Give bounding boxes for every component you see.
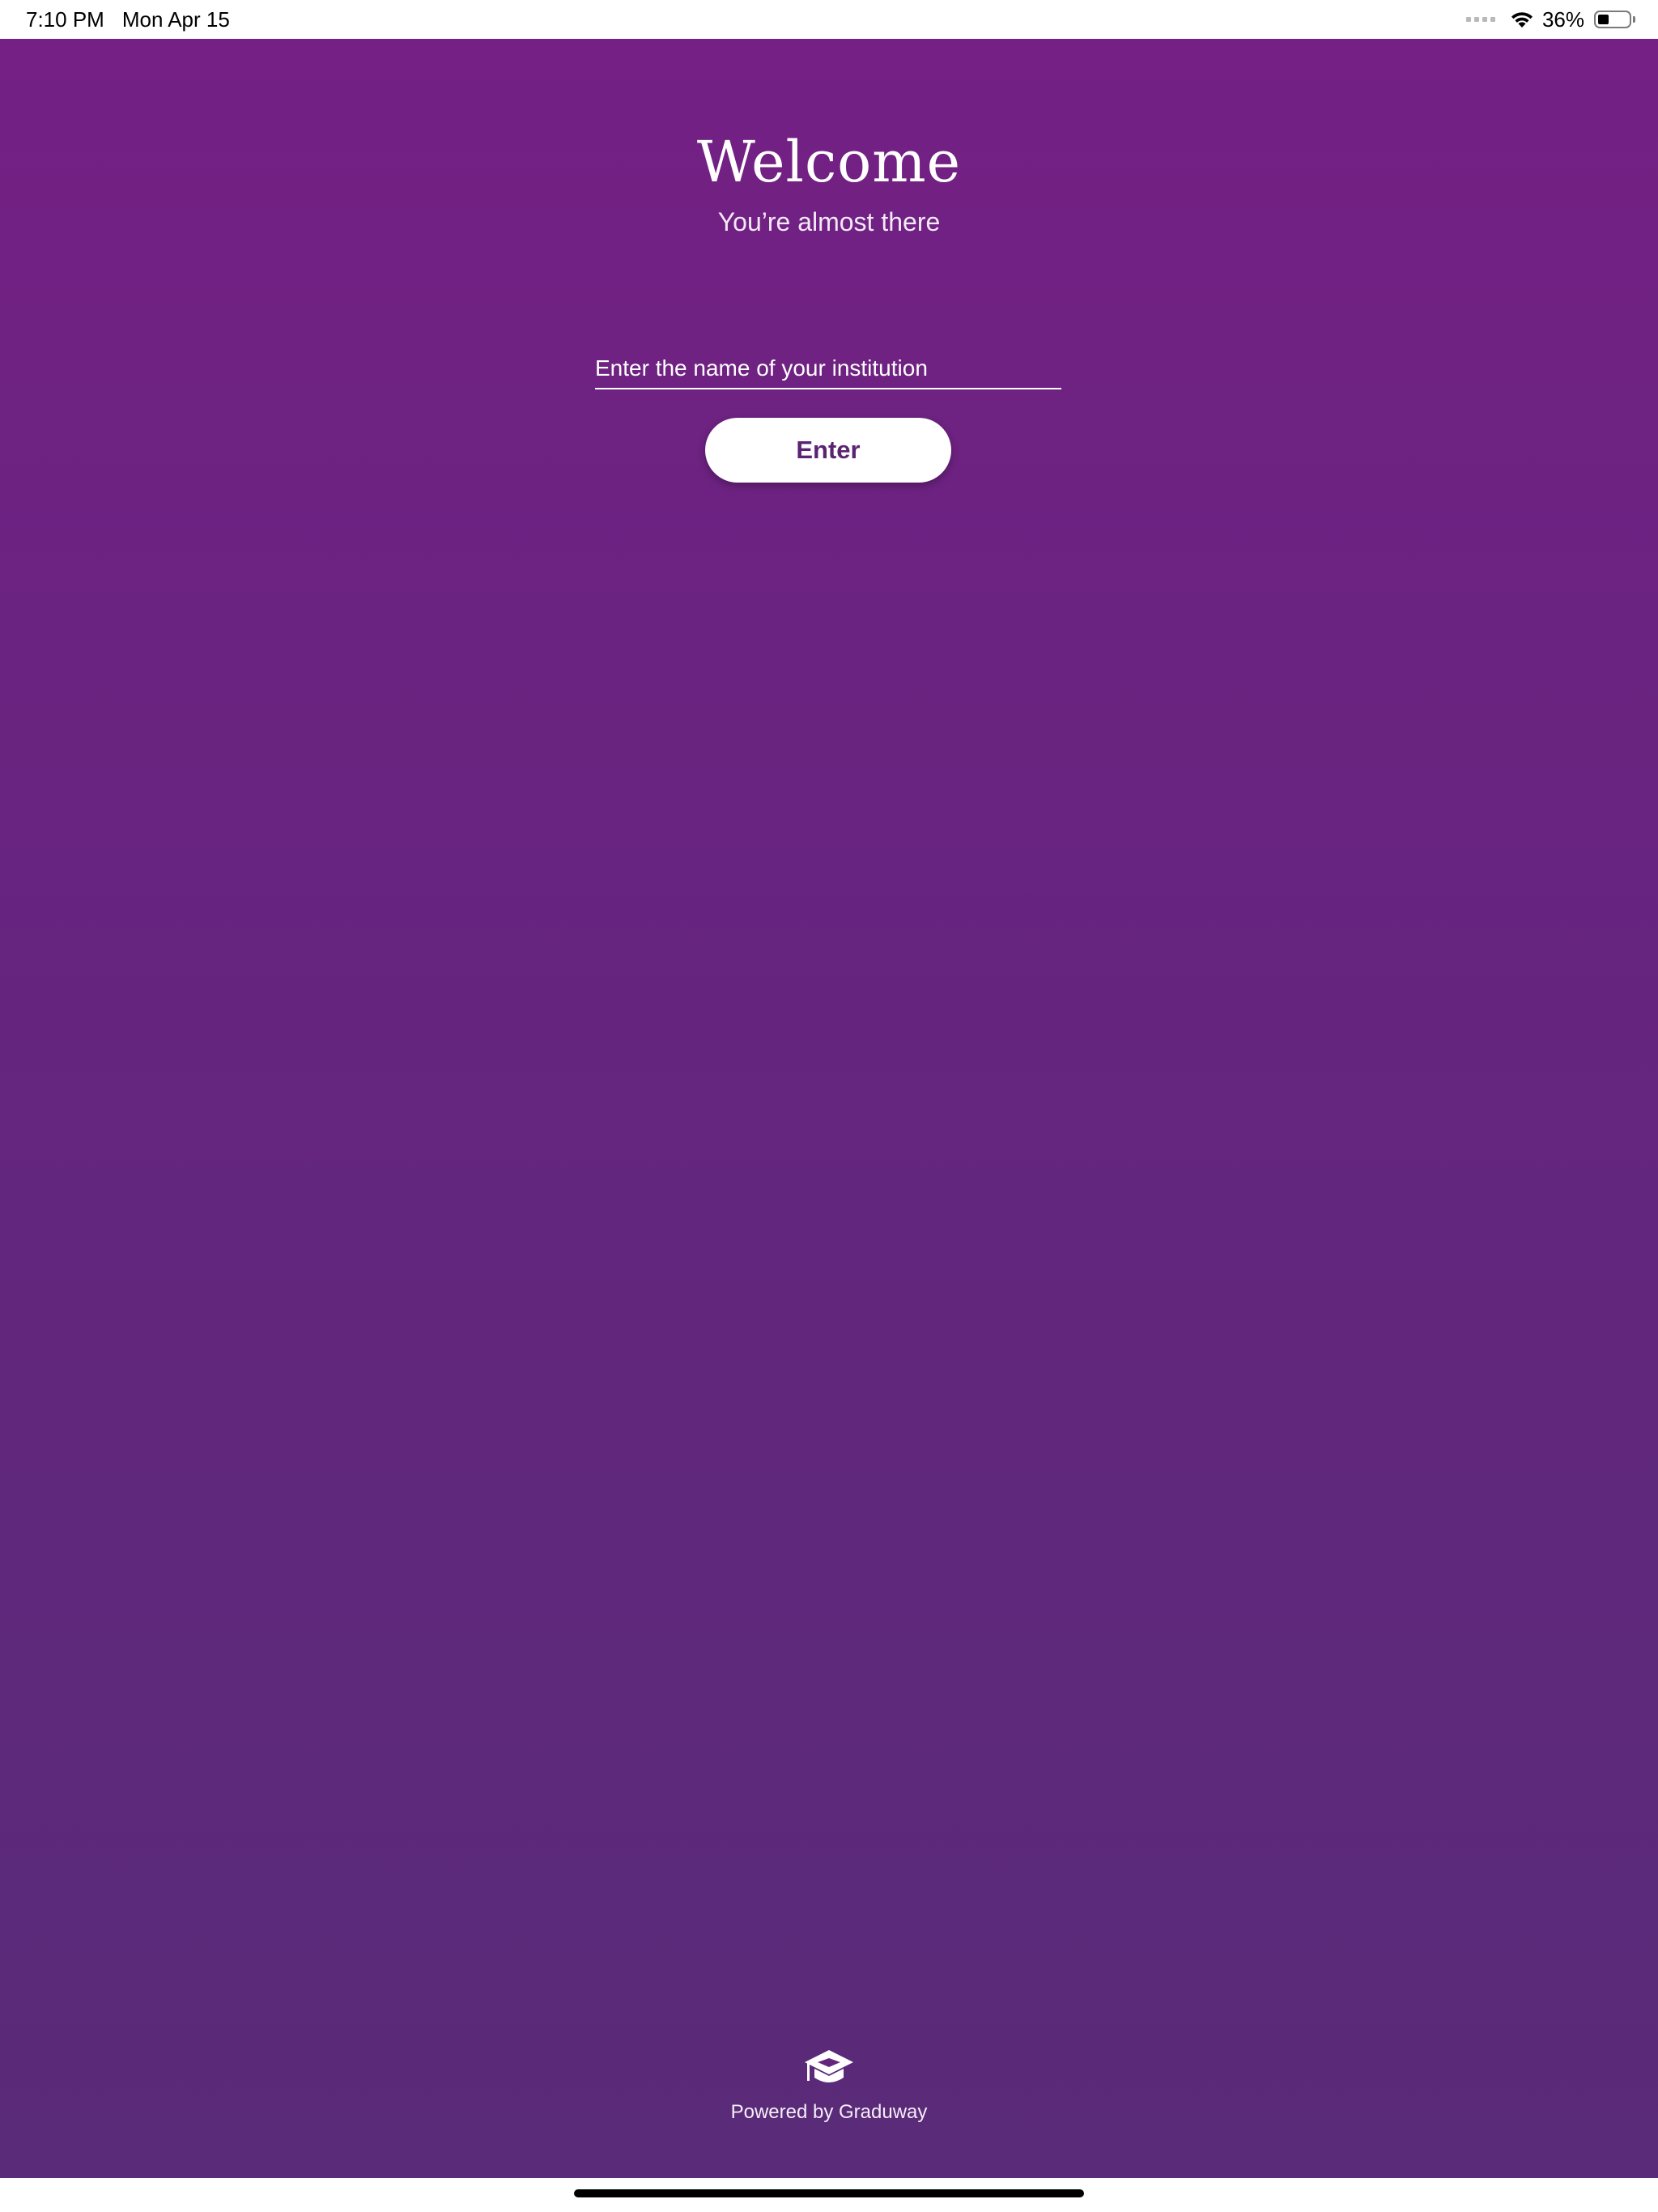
welcome-subtitle: You’re almost there (717, 207, 941, 236)
cellular-signal-icon (1465, 17, 1495, 22)
home-indicator[interactable] (574, 2189, 1084, 2197)
institution-name-input[interactable] (595, 355, 1061, 381)
footer: Powered by Graduway (0, 2047, 1658, 2125)
status-time-date: 7:10 PM Mon Apr 15 (26, 6, 230, 32)
status-date: Mon Apr 15 (121, 7, 230, 32)
battery-percentage: 36% (1541, 6, 1584, 32)
institution-login-screen: Welcome You’re almost there Enter Powere… (0, 39, 1658, 2178)
status-time: 7:10 PM (26, 7, 104, 32)
institution-field[interactable] (595, 310, 1061, 389)
battery-icon (1594, 11, 1631, 28)
wifi-icon (1511, 12, 1533, 28)
welcome-title: Welcome (696, 129, 962, 195)
home-indicator-area (0, 2178, 1658, 2212)
battery-tip (1633, 16, 1635, 23)
battery-level-fill (1598, 15, 1609, 24)
status-indicators: 36% (1465, 6, 1635, 32)
status-bar: 7:10 PM Mon Apr 15 36% (0, 0, 1658, 39)
graduation-cap-icon (805, 2050, 853, 2082)
enter-button[interactable]: Enter (705, 418, 951, 483)
powered-by-text: Powered by Graduway (730, 2101, 928, 2123)
